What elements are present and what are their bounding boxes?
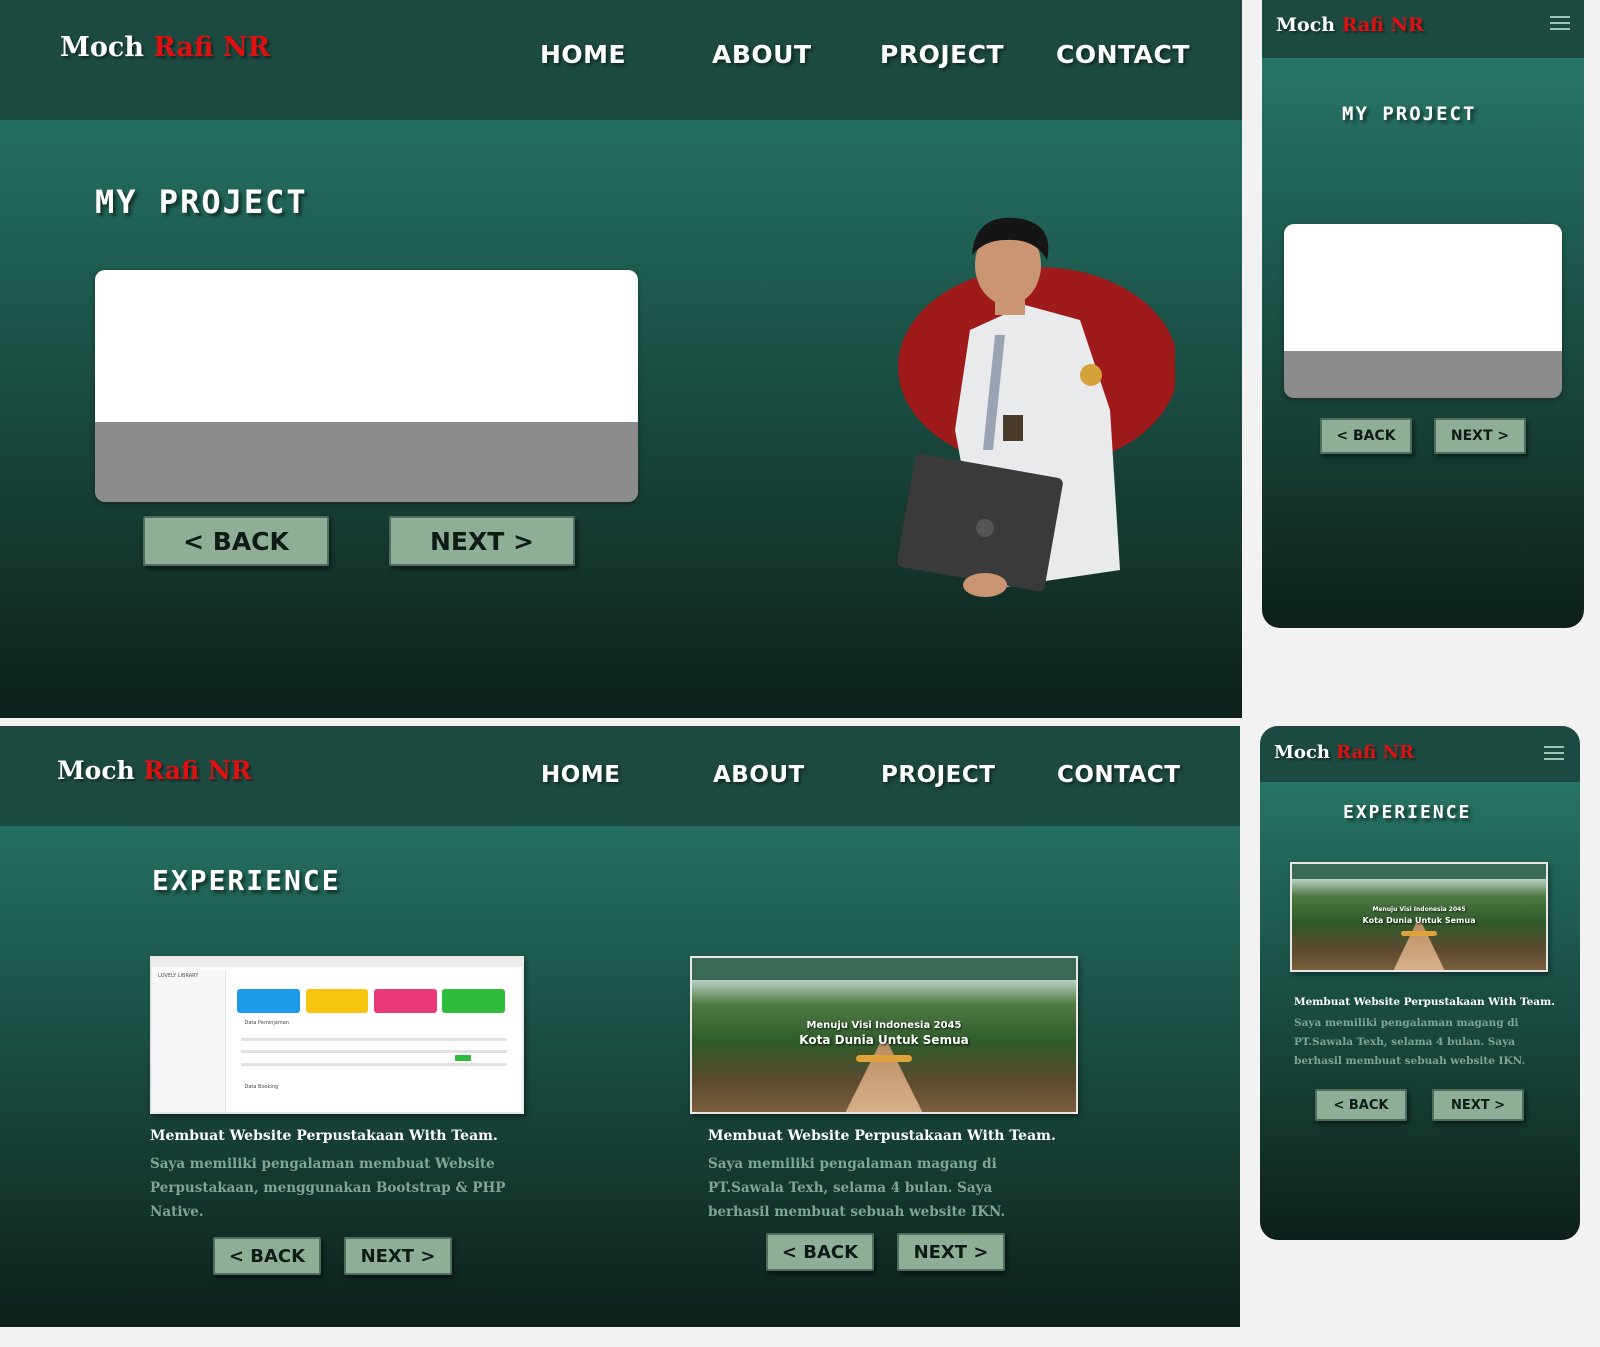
mobile-next-button[interactable]: NEXT > [1432, 1089, 1524, 1121]
brand-accent-name: Rafi NR [1341, 14, 1424, 36]
table-heading: Data Peminjaman [244, 1019, 289, 1026]
mobile-section-title: EXPERIENCE [1343, 802, 1472, 823]
navbar: Moch Rafi NR HOME ABOUT PROJECT CONTACT [0, 0, 1242, 120]
brand-first-name: Moch [1274, 742, 1330, 763]
next-button[interactable]: NEXT > [389, 516, 575, 566]
brand-first-name: Moch [60, 32, 144, 63]
experience-1-screenshot[interactable]: LOVELY LIBRARY Data Peminjaman Data Book… [150, 956, 524, 1114]
mobile-next-button[interactable]: NEXT > [1434, 418, 1526, 454]
brand-accent-name: Rafi NR [153, 32, 271, 63]
mobile-experience-title: Membuat Website Perpustakaan With Team. [1294, 996, 1555, 1008]
forest-road [845, 1042, 923, 1112]
nav-contact[interactable]: CONTACT [1057, 762, 1180, 788]
table-heading-2: Data Booking [244, 1084, 279, 1091]
shirt-badge [1003, 415, 1023, 441]
section-title: EXPERIENCE [152, 864, 341, 897]
hero-line-1: Menuju Visi Indonesia 2045 [806, 1019, 962, 1031]
experience-2-description: Saya memiliki pengalaman magang di PT.Sa… [708, 1156, 1006, 1220]
mobile-brand-logo[interactable]: Moch Rafi NR [1274, 742, 1414, 763]
desktop-experience-view: Moch Rafi NR HOME ABOUT PROJECT CONTACT … [0, 726, 1240, 1327]
laptop-logo [976, 519, 994, 537]
hero-line-2: Kota Dunia Untuk Semua [799, 1033, 969, 1048]
brand-accent-name: Rafi NR [1336, 742, 1415, 763]
site-navbar [692, 958, 1076, 980]
project-card-image [95, 270, 638, 422]
brand-accent-name: Rafi NR [143, 756, 252, 785]
brand-logo[interactable]: Moch Rafi NR [57, 756, 252, 785]
mobile-experience-screenshot[interactable]: Menuju Visi Indonesia 2045 Kota Dunia Un… [1290, 862, 1548, 972]
profile-photo [897, 217, 1175, 597]
experience-2-screenshot[interactable]: Menuju Visi Indonesia 2045 Kota Dunia Un… [690, 956, 1078, 1114]
project-card[interactable] [95, 270, 638, 502]
navbar: Moch Rafi NR HOME ABOUT PROJECT CONTACT [0, 726, 1240, 826]
status-button [455, 1055, 472, 1062]
experience-1-description: Saya memiliki pengalaman membuat Website… [150, 1156, 506, 1220]
experience-1-back-button[interactable]: < BACK [213, 1237, 321, 1275]
experience-1-title: Membuat Website Perpustakaan With Team. [150, 1128, 498, 1144]
app-name: LOVELY LIBRARY [158, 973, 199, 980]
mobile-project-view: Moch Rafi NR MY PROJECT < BACK NEXT > [1262, 0, 1584, 628]
nav-project[interactable]: PROJECT [880, 40, 1004, 69]
experience-1-next-button[interactable]: NEXT > [344, 1237, 452, 1275]
mobile-navbar: Moch Rafi NR [1262, 0, 1584, 58]
section-title: MY PROJECT [95, 183, 308, 221]
mobile-experience-description: Saya memiliki pengalaman magang di PT.Sa… [1294, 1017, 1526, 1067]
table-row [240, 1062, 508, 1066]
mobile-navbar: Moch Rafi NR [1260, 726, 1580, 782]
nav-home[interactable]: HOME [540, 40, 626, 69]
mobile-back-button[interactable]: < BACK [1315, 1089, 1407, 1121]
forest-road [1393, 922, 1445, 970]
back-button[interactable]: < BACK [143, 516, 329, 566]
desktop-project-view: Moch Rafi NR HOME ABOUT PROJECT CONTACT … [0, 0, 1242, 718]
project-card-footer [95, 422, 638, 502]
mobile-back-button[interactable]: < BACK [1320, 418, 1412, 454]
mobile-project-card-footer [1284, 351, 1562, 398]
table-row [240, 1050, 508, 1054]
experience-2-back-button[interactable]: < BACK [766, 1233, 874, 1271]
nav-about[interactable]: ABOUT [713, 762, 805, 788]
nav-about[interactable]: ABOUT [712, 40, 812, 69]
stat-tile-green [442, 988, 506, 1014]
hamburger-menu-icon[interactable] [1550, 16, 1570, 30]
experience-2-next-button[interactable]: NEXT > [897, 1233, 1005, 1271]
nav-contact[interactable]: CONTACT [1056, 40, 1190, 69]
mobile-project-card[interactable] [1284, 224, 1562, 398]
brand-first-name: Moch [57, 756, 135, 785]
stat-tile-blue [237, 988, 300, 1014]
site-navbar [1292, 864, 1546, 879]
hand [963, 573, 1007, 597]
hamburger-menu-icon[interactable] [1544, 746, 1564, 760]
stat-tile-yellow [305, 988, 369, 1014]
mobile-section-title: MY PROJECT [1342, 103, 1477, 125]
brand-logo[interactable]: Moch Rafi NR [60, 32, 270, 63]
mobile-experience-view: Moch Rafi NR EXPERIENCE Menuju Visi Indo… [1260, 726, 1580, 1240]
nav-home[interactable]: HOME [541, 762, 620, 788]
app-sidebar: LOVELY LIBRARY [152, 970, 226, 1112]
mobile-brand-logo[interactable]: Moch Rafi NR [1276, 14, 1424, 36]
mobile-project-card-image [1284, 224, 1562, 351]
hero-line-2: Kota Dunia Untuk Semua [1362, 915, 1476, 925]
brand-first-name: Moch [1276, 14, 1336, 36]
hero-cta [1401, 930, 1437, 936]
stat-tile-pink [374, 988, 437, 1014]
hero-cta [856, 1055, 912, 1063]
experience-2-title: Membuat Website Perpustakaan With Team. [708, 1128, 1056, 1144]
hero-line-1: Menuju Visi Indonesia 2045 [1372, 906, 1466, 914]
shoulder-emblem [1080, 364, 1102, 386]
nav-project[interactable]: PROJECT [881, 762, 995, 788]
browser-bar [152, 958, 522, 968]
table-row [240, 1038, 508, 1042]
